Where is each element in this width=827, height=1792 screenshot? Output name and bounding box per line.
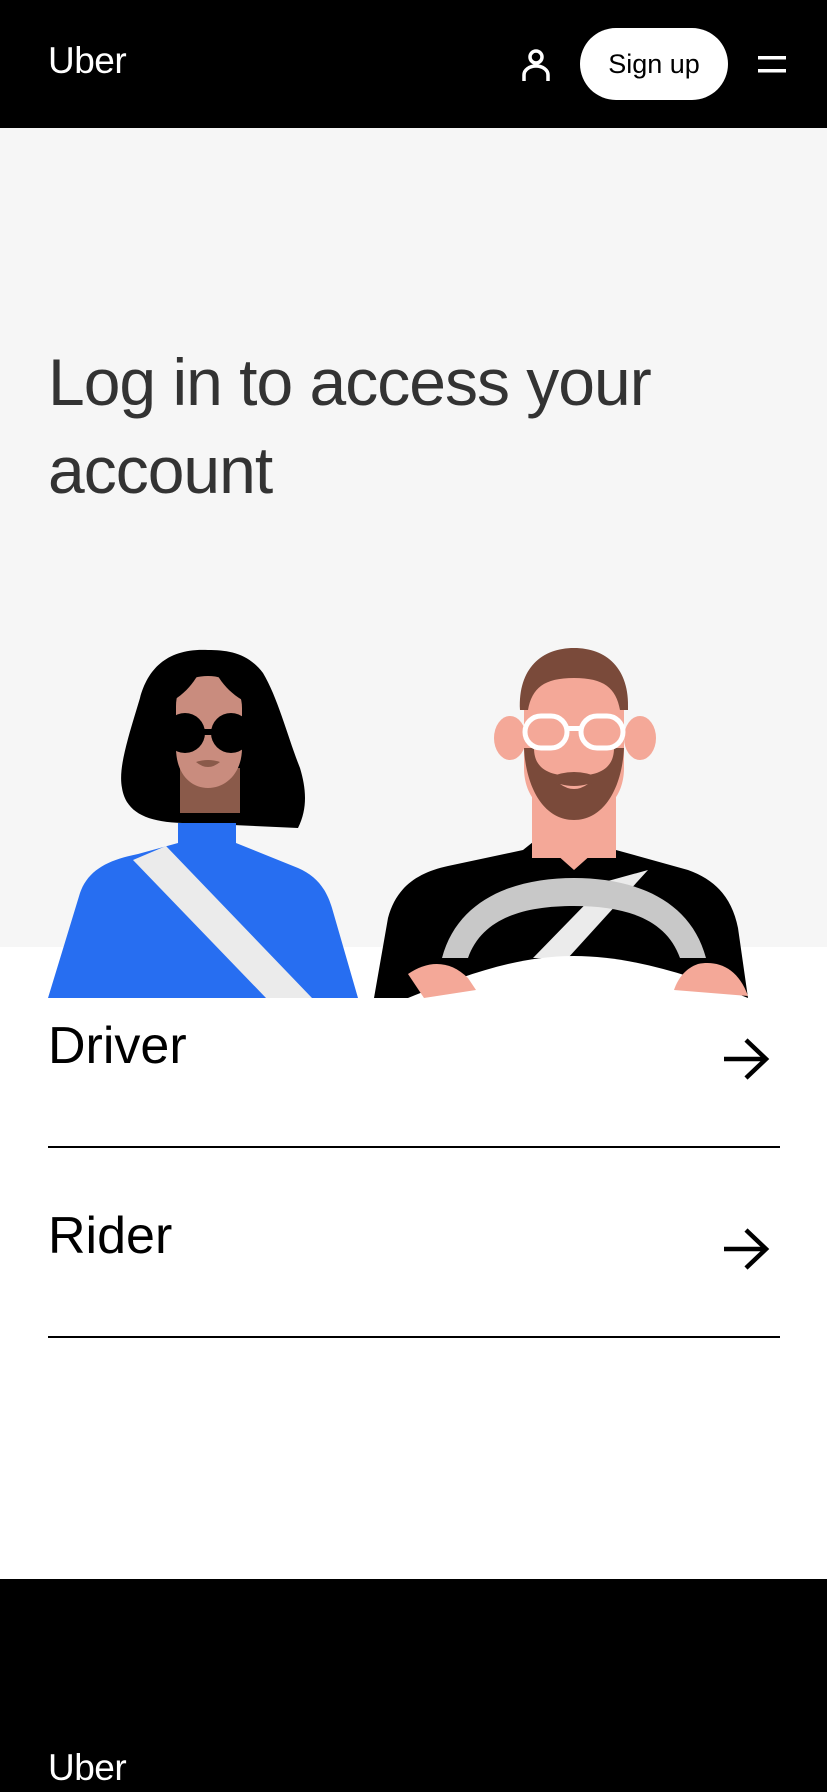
page-footer: Uber	[0, 1579, 827, 1792]
page-title: Log in to access your account	[48, 345, 652, 507]
rider-and-driver-illustration	[48, 648, 748, 998]
sign-up-button[interactable]: Sign up	[580, 28, 728, 100]
driver-login-option[interactable]: Driver	[48, 956, 780, 1148]
rider-figure	[48, 649, 358, 998]
rider-label: Rider	[48, 1207, 173, 1265]
rider-login-option[interactable]: Rider	[48, 1146, 780, 1338]
person-icon[interactable]	[520, 48, 552, 82]
uber-logo[interactable]: Uber	[48, 40, 127, 82]
login-hero: Log in to access your account	[0, 128, 827, 998]
footer-uber-logo[interactable]: Uber	[48, 1747, 127, 1789]
driver-figure	[374, 648, 748, 998]
arrow-right-icon	[724, 1228, 770, 1270]
hamburger-menu-icon[interactable]	[758, 54, 786, 76]
arrow-right-icon	[724, 1038, 770, 1080]
driver-label: Driver	[48, 1017, 187, 1075]
top-navigation-bar: Uber Sign up	[0, 0, 827, 128]
